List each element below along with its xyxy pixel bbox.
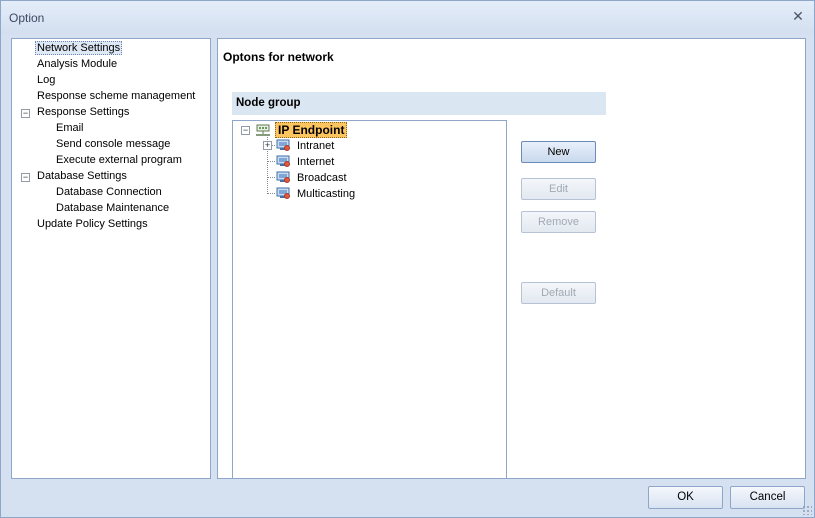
tree-node-label: IP Endpoint — [275, 122, 348, 138]
new-button[interactable]: New — [521, 141, 596, 163]
nav-item-label: Analysis Module — [37, 58, 118, 70]
collapse-icon[interactable]: − — [21, 109, 30, 118]
collapse-icon[interactable]: − — [21, 173, 30, 182]
network-node-icon — [276, 187, 290, 199]
tree-node-label: Intranet — [297, 140, 335, 152]
collapse-icon[interactable]: − — [241, 126, 250, 135]
tree-node-internet[interactable]: Internet — [297, 155, 334, 169]
node-group-header: Node group — [232, 92, 606, 115]
nav-item-label: Response scheme management — [37, 90, 196, 102]
nav-item-analysis-module[interactable]: Analysis Module — [37, 57, 117, 72]
network-node-icon — [276, 155, 290, 167]
nav-item-label: Database Connection — [56, 186, 162, 198]
nav-item-log[interactable]: Log — [37, 73, 55, 88]
network-endpoint-icon — [256, 124, 270, 136]
tree-node-label: Multicasting — [297, 188, 356, 200]
tree-node-multicasting[interactable]: Multicasting — [297, 187, 355, 201]
tree-connector — [267, 177, 275, 178]
nav-item-label: Response Settings — [37, 106, 130, 118]
expand-icon[interactable]: + — [263, 141, 272, 150]
tree-connector — [267, 193, 275, 194]
close-icon[interactable]: ✕ — [791, 9, 805, 23]
default-button[interactable]: Default — [521, 282, 596, 304]
nav-item-update-policy-settings[interactable]: Update Policy Settings — [37, 217, 148, 232]
network-node-icon — [276, 171, 290, 183]
nav-item-response-scheme-management[interactable]: Response scheme management — [37, 89, 195, 104]
nav-item-label: Update Policy Settings — [37, 218, 148, 230]
node-group-tree: − IP Endpoint + Intranet Internet Broadc… — [232, 120, 507, 479]
network-options-panel: Optons for network Node group − IP Endpo… — [217, 38, 806, 479]
tree-node-label: Internet — [297, 156, 335, 168]
remove-button[interactable]: Remove — [521, 211, 596, 233]
nav-item-email[interactable]: Email — [56, 121, 84, 136]
nav-item-label: Database Maintenance — [56, 202, 170, 214]
nav-item-response-settings[interactable]: Response Settings — [37, 105, 129, 120]
nav-item-database-connection[interactable]: Database Connection — [56, 185, 162, 200]
cancel-button[interactable]: Cancel — [730, 486, 805, 509]
tree-node-label: Broadcast — [297, 172, 347, 184]
title-bar[interactable]: Option ✕ — [1, 1, 814, 34]
tree-node-intranet[interactable]: Intranet — [297, 139, 334, 153]
nav-item-label: Email — [56, 122, 84, 134]
tree-node-ip-endpoint[interactable]: IP Endpoint — [275, 122, 348, 138]
resize-grip[interactable] — [802, 505, 812, 515]
nav-item-database-maintenance[interactable]: Database Maintenance — [56, 201, 169, 216]
nav-item-database-settings[interactable]: Database Settings — [37, 169, 127, 184]
nav-item-label: Network Settings — [35, 41, 123, 55]
nav-item-execute-external-program[interactable]: Execute external program — [56, 153, 182, 168]
window-title: Option — [9, 11, 45, 25]
nav-item-send-console-message[interactable]: Send console message — [56, 137, 170, 152]
nav-item-label: Database Settings — [37, 170, 127, 182]
nav-item-network-settings[interactable]: Network Settings — [35, 41, 123, 56]
tree-connector — [267, 161, 275, 162]
page-title: Optons for network — [223, 50, 334, 64]
nav-item-label: Log — [37, 74, 56, 86]
ok-button[interactable]: OK — [648, 486, 723, 509]
network-node-icon — [276, 139, 290, 151]
options-nav-tree: Network Settings Analysis Module Log Res… — [11, 38, 211, 479]
tree-node-broadcast[interactable]: Broadcast — [297, 171, 347, 185]
nav-item-label: Execute external program — [56, 154, 182, 166]
option-dialog: Option ✕ Network Settings Analysis Modul… — [0, 0, 815, 518]
nav-item-label: Send console message — [56, 138, 171, 150]
edit-button[interactable]: Edit — [521, 178, 596, 200]
